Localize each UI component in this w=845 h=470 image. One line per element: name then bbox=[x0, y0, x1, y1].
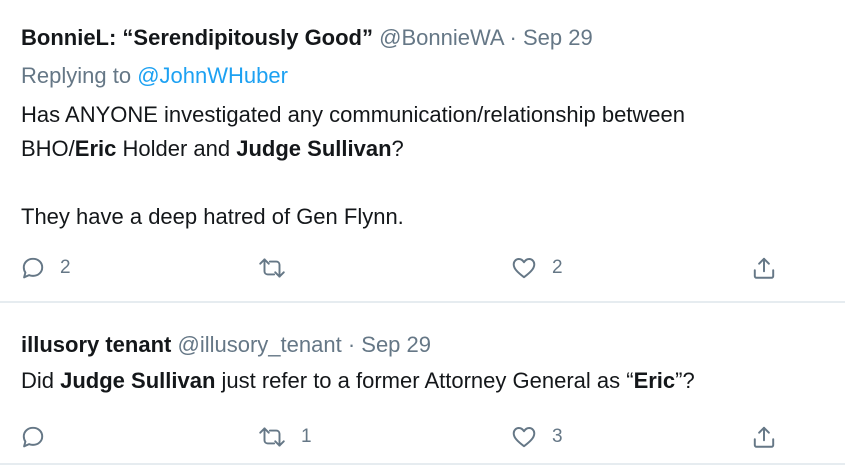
tweet-body: Has ANYONE investigated any communicatio… bbox=[21, 98, 835, 234]
author-handle[interactable]: @BonnieWA bbox=[379, 25, 503, 50]
reply-count: 2 bbox=[60, 257, 71, 278]
tweet[interactable]: illusory tenant @illusory_tenant · Sep 2… bbox=[0, 305, 845, 465]
tweet-text-line: They have a deep hatred of Gen Flynn. bbox=[21, 204, 404, 229]
tweet-text: ”? bbox=[675, 368, 695, 393]
like-button[interactable]: 3 bbox=[510, 417, 563, 457]
author-display-name[interactable]: illusory tenant bbox=[21, 332, 171, 357]
replying-to-label: Replying to bbox=[21, 63, 132, 88]
tweet[interactable]: BonnieL: “Serendipitously Good” @BonnieW… bbox=[0, 0, 845, 303]
share-icon bbox=[751, 424, 777, 450]
tweet-text: Did bbox=[21, 368, 61, 393]
replying-to: Replying to @JohnWHuber bbox=[21, 60, 288, 92]
header-separator: · bbox=[347, 332, 356, 357]
tweet-header: BonnieL: “Serendipitously Good” @BonnieW… bbox=[21, 22, 593, 54]
share-icon bbox=[751, 255, 777, 281]
retweet-count: 1 bbox=[301, 426, 312, 447]
tweet-body: Did Judge Sullivan just refer to a forme… bbox=[21, 364, 835, 398]
comment-icon bbox=[20, 255, 46, 281]
tweet-bold-text: Judge Sullivan bbox=[236, 136, 392, 161]
tweet-bold-text: Eric bbox=[633, 368, 676, 393]
share-button[interactable] bbox=[751, 417, 777, 457]
heart-icon bbox=[510, 424, 538, 450]
retweet-button[interactable] bbox=[257, 248, 301, 288]
tweet-header: illusory tenant @illusory_tenant · Sep 2… bbox=[21, 329, 431, 361]
tweet-actions: 1 3 bbox=[0, 417, 845, 457]
tweet-text: Holder and bbox=[116, 136, 237, 161]
tweet-bold-text: Eric bbox=[74, 136, 117, 161]
tweet-bold-text: Judge Sullivan bbox=[60, 368, 216, 393]
like-count: 2 bbox=[552, 257, 563, 278]
tweet-text-line: Has ANYONE investigated any communicatio… bbox=[21, 102, 686, 127]
reply-button[interactable]: 2 bbox=[20, 248, 71, 288]
header-separator: · bbox=[509, 25, 517, 50]
tweet-feed: BonnieL: “Serendipitously Good” @BonnieW… bbox=[0, 0, 845, 470]
retweet-icon bbox=[257, 424, 287, 450]
tweet-text-line: BHO/Eric Holder and Judge Sullivan? bbox=[21, 132, 835, 166]
retweet-icon bbox=[257, 255, 287, 281]
retweet-button[interactable]: 1 bbox=[257, 417, 312, 457]
tweet-text: ? bbox=[391, 136, 404, 161]
comment-icon bbox=[20, 424, 46, 450]
reply-button[interactable] bbox=[20, 417, 60, 457]
tweet-text: BHO/ bbox=[21, 136, 75, 161]
tweet-text: just refer to a former Attorney General … bbox=[215, 368, 634, 393]
heart-icon bbox=[510, 255, 538, 281]
author-handle[interactable]: @illusory_tenant bbox=[177, 332, 341, 357]
replying-to-mention[interactable]: @JohnWHuber bbox=[137, 63, 288, 88]
tweet-text-line: Did Judge Sullivan just refer to a forme… bbox=[21, 364, 835, 398]
share-button[interactable] bbox=[751, 248, 777, 288]
like-button[interactable]: 2 bbox=[510, 248, 563, 288]
like-count: 3 bbox=[552, 426, 563, 447]
author-display-name[interactable]: BonnieL: “Serendipitously Good” bbox=[21, 25, 373, 50]
tweet-date[interactable]: Sep 29 bbox=[361, 332, 431, 357]
tweet-date[interactable]: Sep 29 bbox=[523, 25, 593, 50]
tweet-actions: 2 2 bbox=[0, 248, 845, 288]
